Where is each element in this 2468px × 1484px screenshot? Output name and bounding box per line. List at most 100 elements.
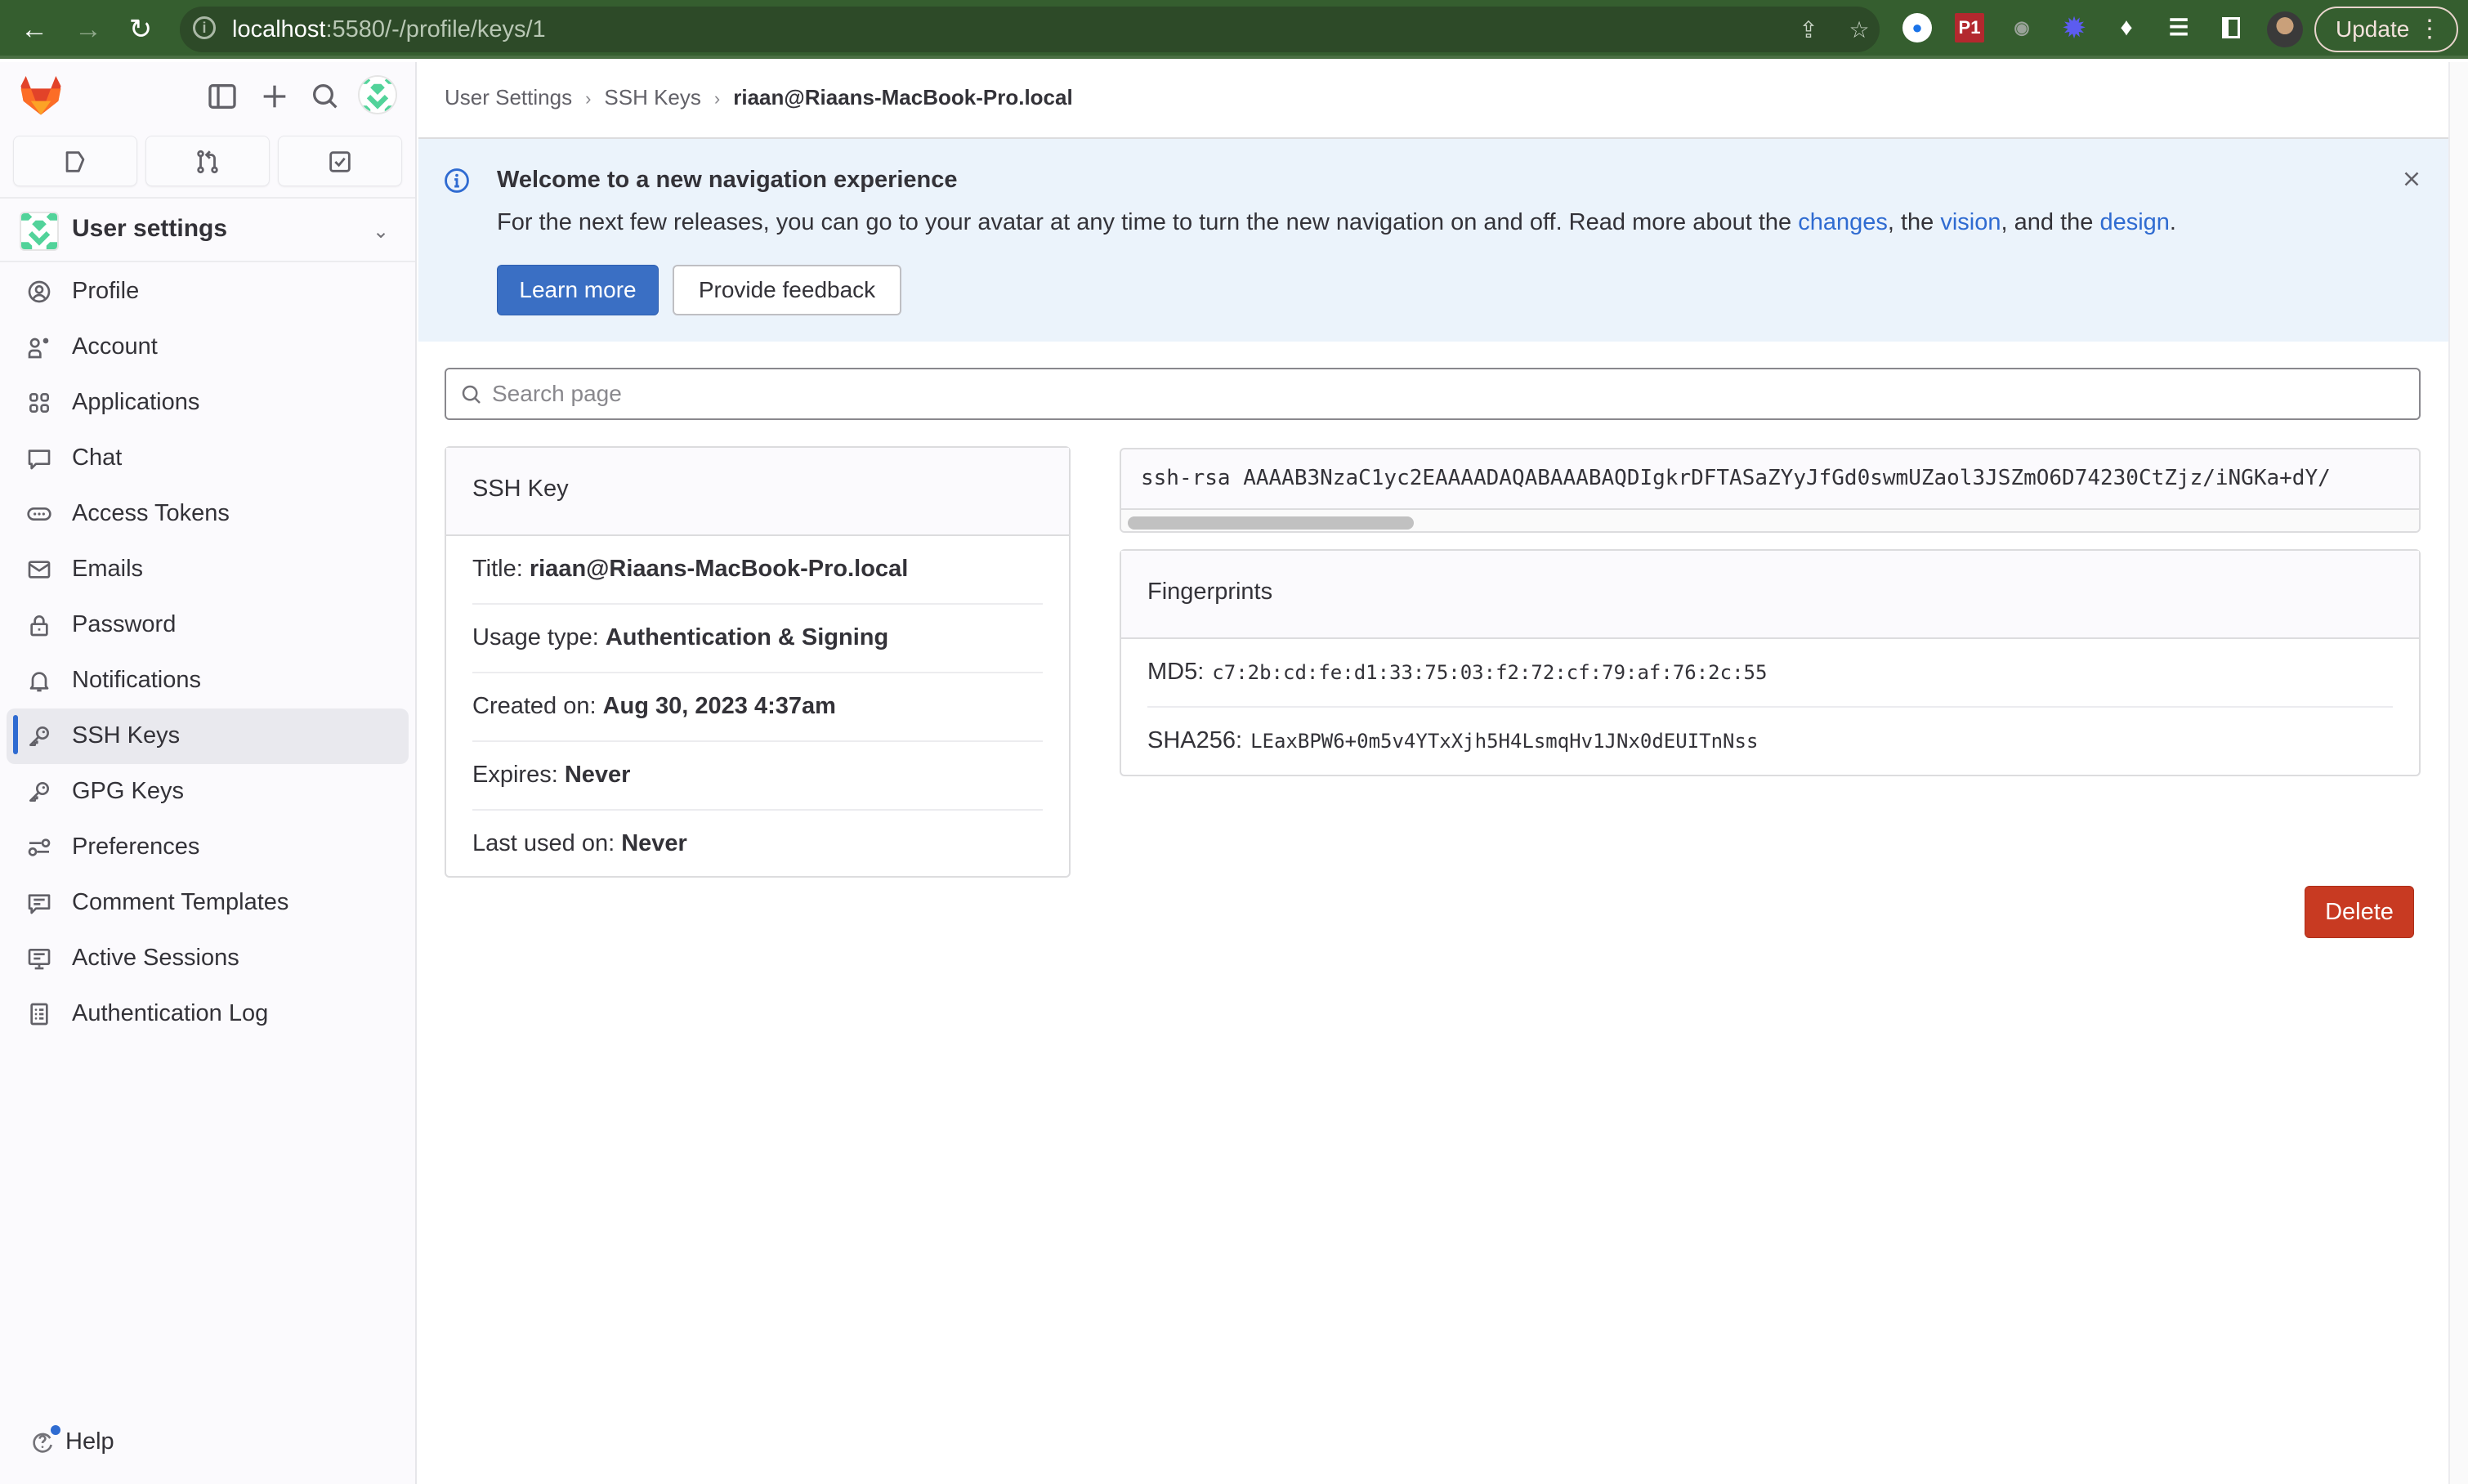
breadcrumb-ssh-keys[interactable]: SSH Keys [604, 85, 701, 110]
search-page-field[interactable] [445, 368, 2421, 420]
last-used-value: Never [621, 830, 687, 856]
banner-text: For the next few releases, you can go to… [497, 209, 1799, 235]
sidebar-item-chat[interactable]: Chat [7, 431, 409, 486]
chevron-down-icon: ⌄ [373, 221, 390, 243]
log-icon [30, 1003, 48, 1026]
sidebar-item-label: GPG Keys [72, 778, 184, 804]
p1-extension-icon[interactable]: P1 [1955, 13, 1984, 42]
sidebar-item-label: Account [72, 333, 158, 360]
gitlab-logo-icon[interactable] [18, 74, 64, 116]
public-key-box[interactable]: ssh-rsa AAAAB3NzaC1yc2EAAAADAQABAAABAQDI… [1120, 448, 2421, 533]
vision-link[interactable]: vision [1940, 209, 2001, 235]
changes-link[interactable]: changes [1798, 209, 1888, 235]
ssh-key-details-card: SSH Key Title: riaan@Riaans-MacBook-Pro.… [445, 446, 1071, 878]
sidebar-item-access-tokens[interactable]: Access Tokens [7, 486, 409, 542]
context-switcher[interactable]: User settings ⌄ [0, 197, 415, 262]
side-panel-icon[interactable] [2216, 13, 2246, 42]
sidebar-item-label: Active Sessions [72, 945, 239, 971]
sidebar-item-label: Applications [72, 389, 200, 415]
sidebar-item-label: Emails [72, 556, 144, 582]
usage-type-label: Usage type: [472, 624, 599, 650]
sidebar-item-label: Password [72, 611, 177, 637]
banner-body: For the next few releases, you can go to… [497, 209, 2176, 236]
todos-button[interactable] [278, 136, 402, 186]
title-value: riaan@Riaans-MacBook-Pro.local [529, 556, 909, 582]
sidebar-item-emails[interactable]: Emails [7, 542, 409, 597]
applications-icon [29, 393, 49, 413]
context-title: User settings [72, 215, 228, 242]
sidebar-item-label: Preferences [72, 834, 200, 860]
help-notification-dot [51, 1425, 60, 1435]
page-scrollbar[interactable] [2448, 62, 2468, 1484]
forward-icon[interactable]: → [70, 11, 106, 47]
1password-icon[interactable]: ● [1902, 13, 1932, 42]
sidebar-item-password[interactable]: Password [7, 597, 409, 653]
toggle-sidebar-icon[interactable] [206, 80, 239, 113]
sidebar-item-profile[interactable]: Profile [7, 264, 409, 320]
sidebar-item-gpg-keys[interactable]: GPG Keys [7, 764, 409, 820]
delete-button[interactable]: Delete [2305, 886, 2414, 938]
sidebar-item-label: Authentication Log [72, 1000, 269, 1026]
back-icon[interactable]: ← [16, 11, 52, 47]
sidebar-item-applications[interactable]: Applications [7, 375, 409, 431]
provide-feedback-button[interactable]: Provide feedback [673, 265, 901, 315]
sidebar-item-notifications[interactable]: Notifications [7, 653, 409, 708]
camera-extension-icon[interactable]: ◉ [2007, 13, 2037, 42]
sidebar-item-active-sessions[interactable]: Active Sessions [7, 931, 409, 986]
sparkle-extension-icon[interactable]: ✹ [2059, 13, 2089, 42]
breadcrumb-user-settings[interactable]: User Settings [445, 85, 572, 110]
address-bar[interactable]: i localhost:5580/-/profile/keys/1 ⇪ ☆ [180, 7, 1880, 52]
scrollbar-thumb[interactable] [1128, 516, 1414, 530]
todo-checkbox-icon [329, 151, 351, 172]
url-text[interactable]: localhost:5580/-/profile/keys/1 [232, 16, 546, 43]
public-key-text[interactable]: ssh-rsa AAAAB3NzaC1yc2EAAAADAQABAAABAQDI… [1141, 466, 2331, 490]
preferences-icon [28, 838, 51, 856]
sidebar-item-ssh-keys[interactable]: SSH Keys [7, 708, 409, 764]
issues-button[interactable] [13, 136, 137, 186]
profile-icon [28, 280, 51, 303]
sha256-value[interactable]: LEaxBPW6+0m5v4YTxXjh5H4LsmqHv1JNx0dEUITn… [1250, 730, 1758, 753]
lock-icon [30, 615, 48, 637]
sidebar-item-authentication-log[interactable]: Authentication Log [7, 986, 409, 1042]
md5-label: MD5: [1147, 659, 1205, 685]
url-host: localhost [232, 16, 326, 42]
created-on-value: Aug 30, 2023 4:37am [602, 693, 836, 719]
share-icon[interactable]: ⇪ [1796, 18, 1821, 42]
sidebar-item-account[interactable]: Account [7, 320, 409, 375]
bell-icon [29, 672, 49, 692]
help-label: Help [65, 1428, 114, 1455]
created-on-row: Created on: Aug 30, 2023 4:37am [472, 673, 1043, 742]
close-icon[interactable] [2399, 167, 2424, 191]
token-icon [27, 507, 51, 521]
media-controls-icon[interactable]: ☰ [2164, 13, 2193, 42]
issues-icon [65, 151, 85, 172]
puzzle-extensions-icon[interactable]: ♦ [2112, 13, 2141, 42]
user-avatar[interactable] [358, 75, 397, 114]
learn-more-button[interactable]: Learn more [497, 265, 659, 315]
bookmark-star-icon[interactable]: ☆ [1847, 18, 1871, 42]
horizontal-scrollbar[interactable] [1121, 508, 2419, 531]
md5-value[interactable]: c7:2b:cd:fe:d1:33:75:03:f2:72:cf:79:af:7… [1212, 661, 1767, 684]
breadcrumb-separator-icon: › [713, 88, 721, 109]
last-used-row: Last used on: Never [472, 811, 1043, 879]
usage-type-value: Authentication & Signing [605, 624, 889, 650]
sha256-row: SHA256: LEaxBPW6+0m5v4YTxXjh5H4LsmqHv1JNx… [1147, 708, 2393, 776]
browser-profile-avatar[interactable] [2267, 11, 2303, 47]
site-info-icon[interactable]: i [193, 16, 216, 39]
sidebar-item-preferences[interactable]: Preferences [7, 820, 409, 875]
browser-update-button[interactable]: Update ⋮ [2314, 7, 2458, 52]
merge-requests-button[interactable] [145, 136, 270, 186]
design-link[interactable]: design [2099, 209, 2169, 235]
search-page-input[interactable] [490, 374, 2403, 413]
usage-type-row: Usage type: Authentication & Signing [472, 605, 1043, 673]
sidebar-item-label: Chat [72, 445, 123, 471]
sidebar-item-label: Access Tokens [72, 500, 230, 526]
sidebar-item-comment-templates[interactable]: Comment Templates [7, 875, 409, 931]
breadcrumb-separator-icon: › [585, 88, 592, 109]
banner-text: , and the [2001, 209, 2100, 235]
search-icon[interactable] [309, 80, 342, 113]
breadcrumb-current[interactable]: riaan@Riaans-MacBook-Pro.local [733, 85, 1072, 110]
reload-icon[interactable]: ↻ [123, 11, 159, 47]
more-menu-icon[interactable]: ⋮ [2417, 8, 2442, 51]
create-new-icon[interactable] [258, 80, 291, 113]
